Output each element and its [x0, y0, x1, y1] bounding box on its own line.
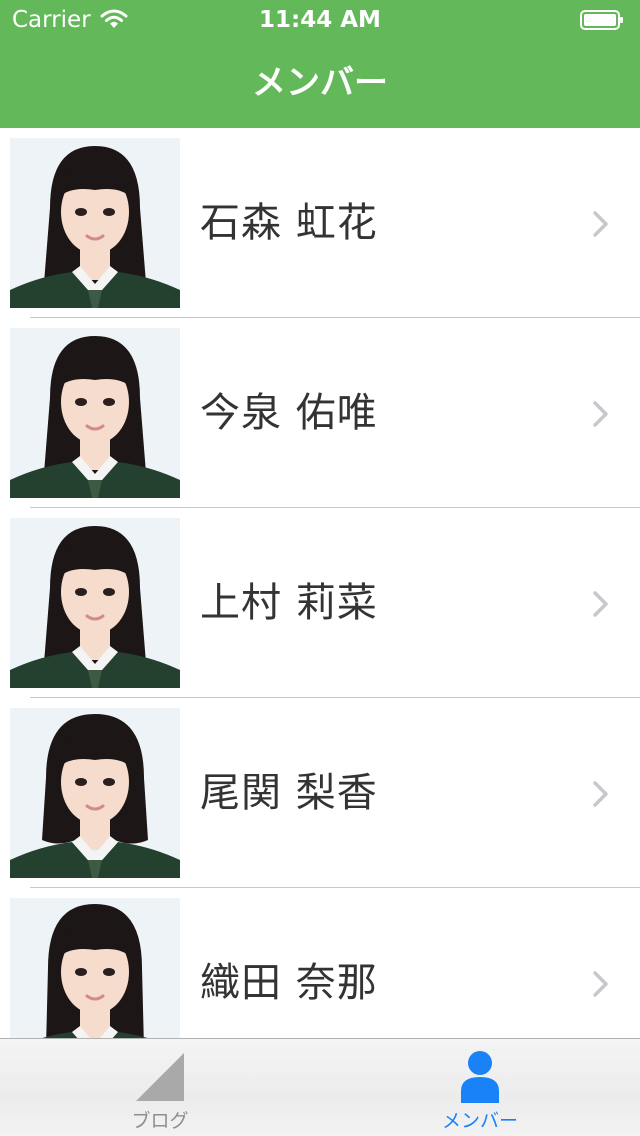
member-photo: [10, 138, 180, 308]
tab-blog[interactable]: ブログ: [0, 1039, 320, 1136]
chevron-right-icon: [593, 971, 608, 997]
app-screen: Carrier 11:44 AM メンバー 石森 虹花 今泉 佑唯 上村 莉菜 …: [0, 0, 640, 1136]
member-name: 上村 莉菜: [200, 580, 378, 626]
portrait-illustration: [10, 328, 180, 498]
member-photo: [10, 898, 180, 1038]
battery-icon: [580, 10, 623, 30]
member-row[interactable]: 尾関 梨香: [0, 698, 640, 888]
member-row[interactable]: 石森 虹花: [0, 128, 640, 318]
header: Carrier 11:44 AM メンバー: [0, 0, 640, 128]
status-bar: Carrier 11:44 AM: [0, 0, 640, 40]
member-photo: [10, 518, 180, 688]
member-name: 尾関 梨香: [200, 770, 378, 816]
page-title: メンバー: [252, 63, 388, 103]
portrait-illustration: [10, 898, 180, 1038]
member-name: 石森 虹花: [200, 200, 378, 246]
portrait-illustration: [10, 708, 180, 878]
tab-member-label: メンバー: [441, 1110, 518, 1132]
blog-triangle-icon: [136, 1053, 184, 1101]
member-row[interactable]: 織田 奈那: [0, 888, 640, 1038]
member-row[interactable]: 今泉 佑唯: [0, 318, 640, 508]
portrait-illustration: [10, 518, 180, 688]
chevron-right-icon: [593, 211, 608, 237]
chevron-right-icon: [593, 401, 608, 427]
member-list: 石森 虹花 今泉 佑唯 上村 莉菜 尾関 梨香 織田 奈那: [0, 128, 640, 1038]
member-name: 今泉 佑唯: [200, 390, 378, 436]
member-name: 織田 奈那: [200, 960, 378, 1006]
tab-blog-label: ブログ: [131, 1110, 189, 1132]
tab-member[interactable]: メンバー: [320, 1039, 640, 1136]
member-row[interactable]: 上村 莉菜: [0, 508, 640, 698]
member-photo: [10, 328, 180, 498]
status-time: 11:44 AM: [259, 7, 381, 33]
portrait-illustration: [10, 138, 180, 308]
chevron-right-icon: [593, 781, 608, 807]
person-icon: [461, 1051, 499, 1103]
tab-bar: ブログ メンバー: [0, 1038, 640, 1136]
member-photo: [10, 708, 180, 878]
chevron-right-icon: [593, 591, 608, 617]
